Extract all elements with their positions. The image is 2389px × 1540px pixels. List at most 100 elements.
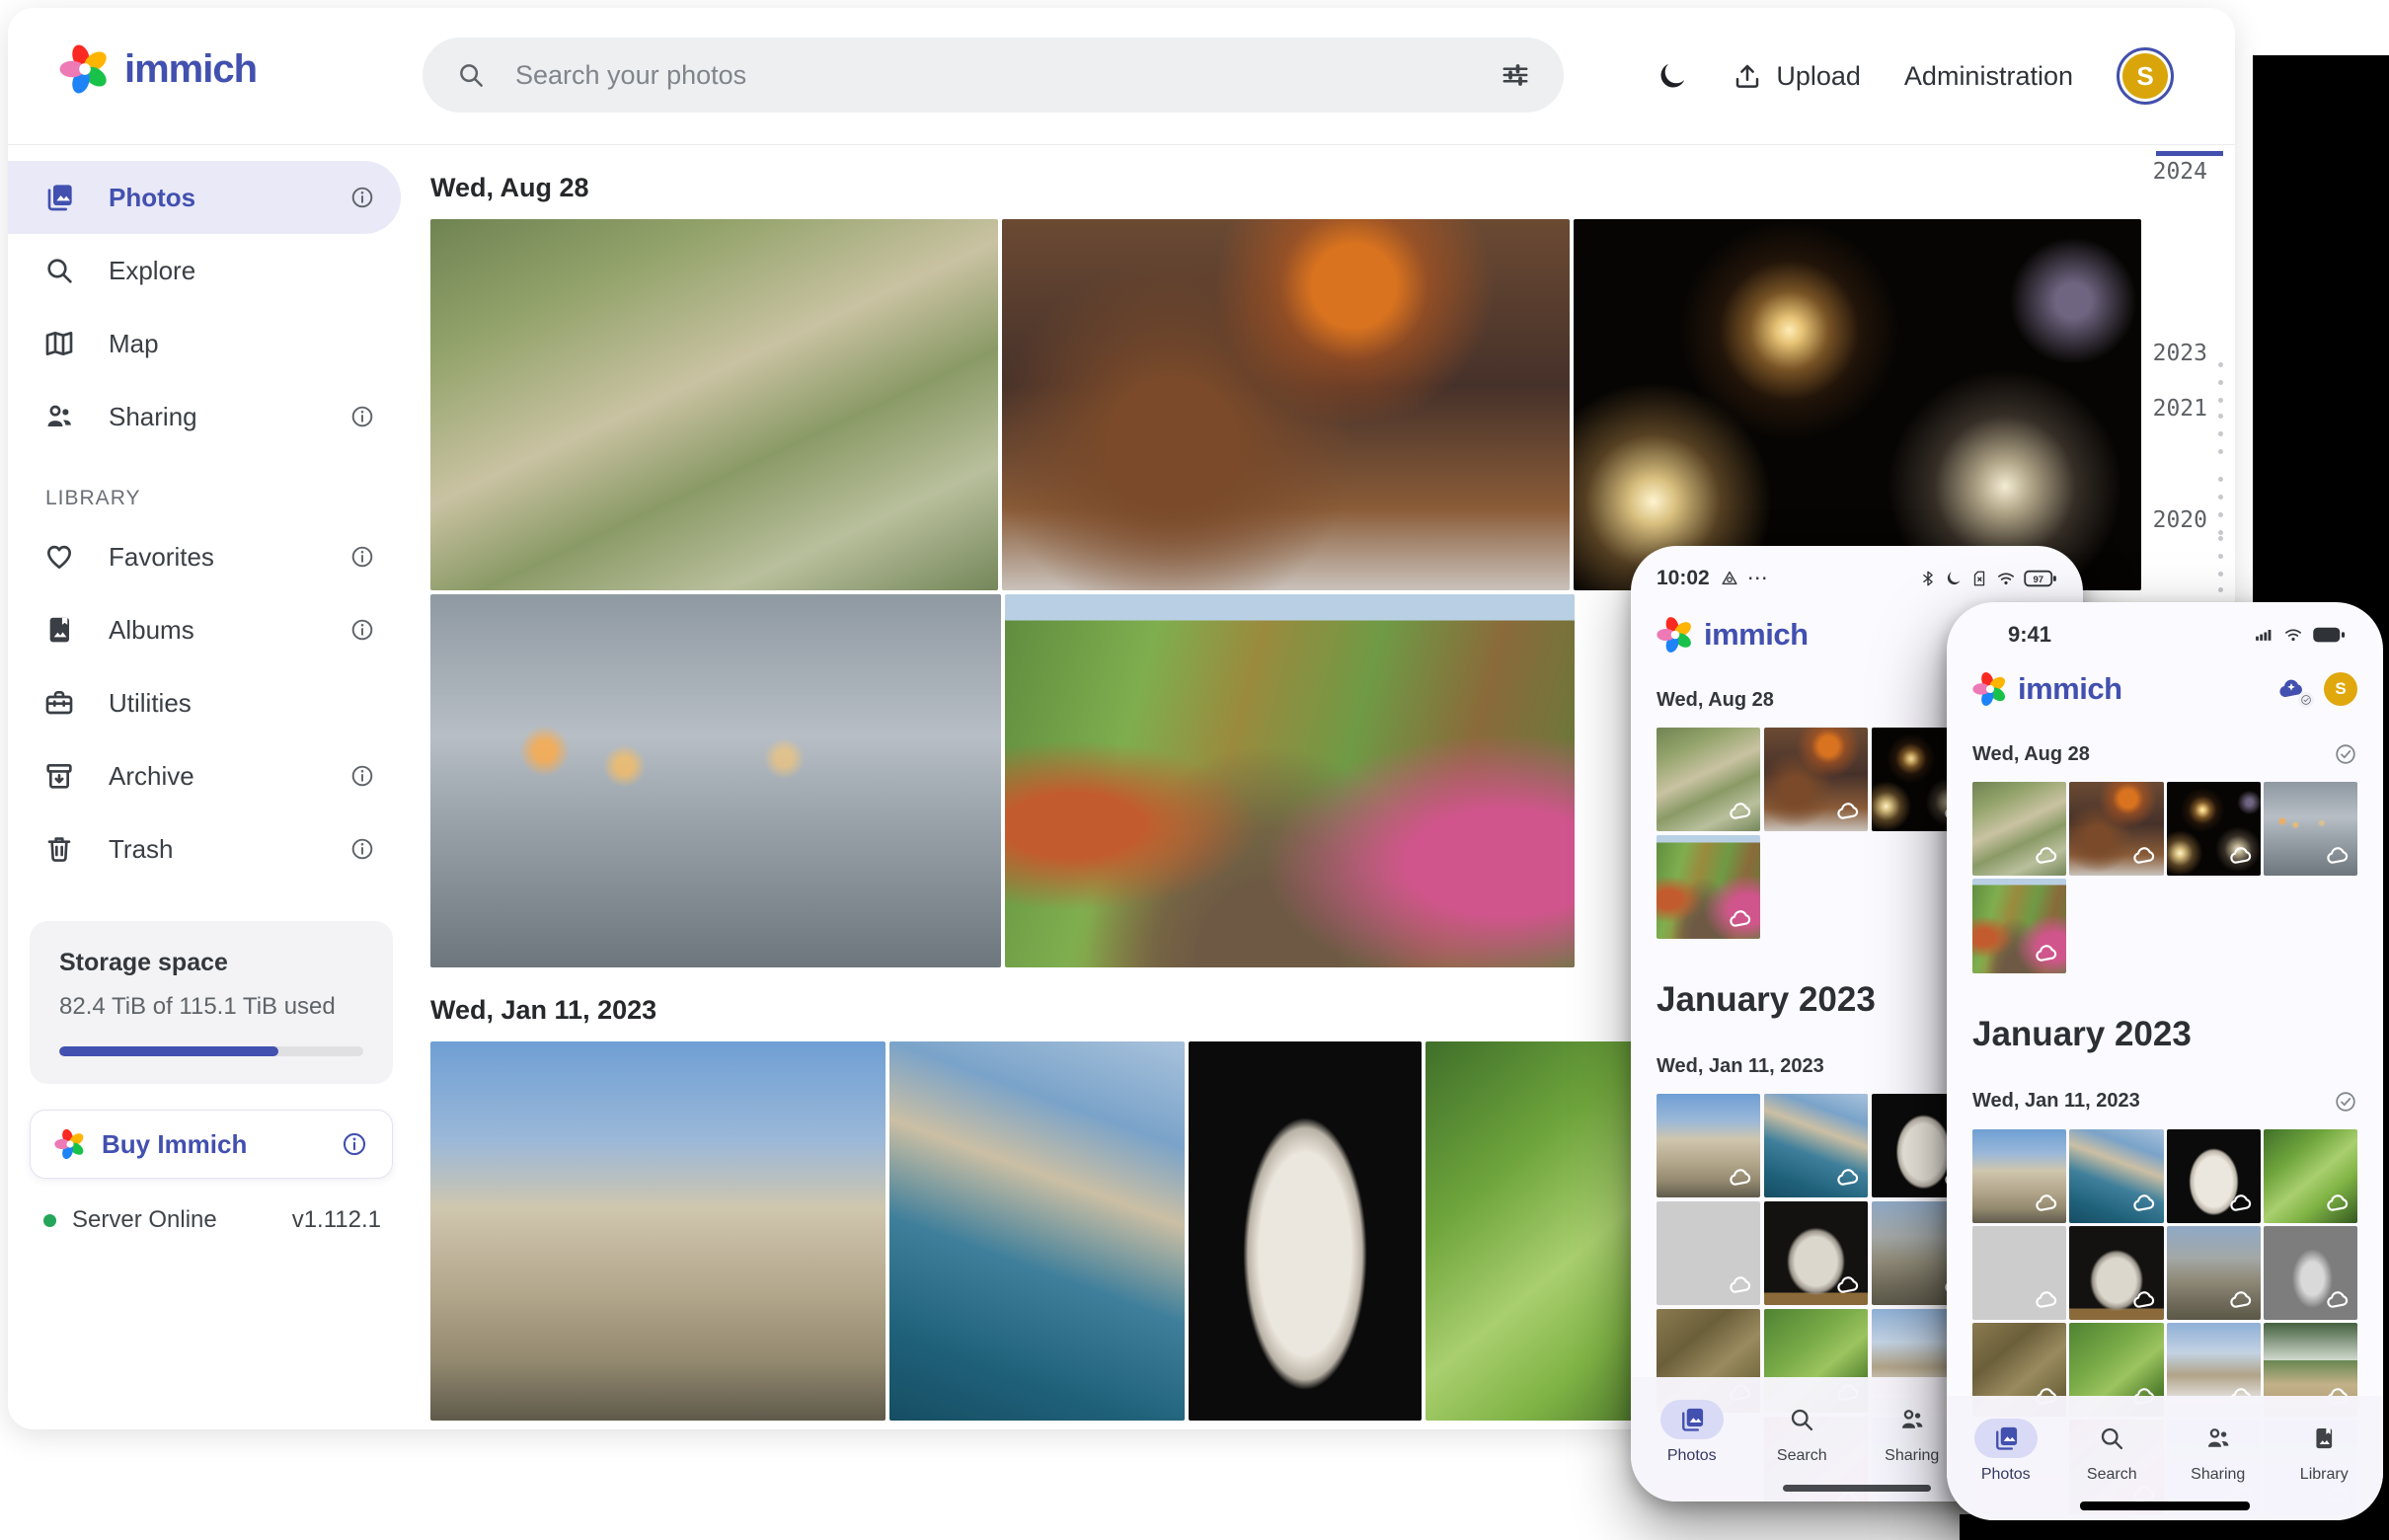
- photo-thumbnail[interactable]: [1764, 728, 1868, 831]
- info-icon[interactable]: [341, 1130, 368, 1158]
- photo-thumbnail[interactable]: [1657, 1201, 1760, 1305]
- album-icon: [2311, 1425, 2337, 1451]
- sidebar-item-utilities[interactable]: Utilities: [8, 666, 401, 739]
- photo-thumbnail[interactable]: [1574, 219, 2141, 590]
- album-icon: [43, 614, 75, 646]
- photo-thumbnail[interactable]: [1657, 1094, 1760, 1197]
- immich-logo[interactable]: immich: [59, 43, 257, 95]
- photo-thumbnail[interactable]: [1972, 1129, 2066, 1223]
- nav-item-search[interactable]: Search: [2080, 1419, 2143, 1484]
- photo-thumbnail[interactable]: [1972, 1226, 2066, 1320]
- photo-thumbnail[interactable]: [1972, 879, 2066, 972]
- sidebar-item-label: Photos: [109, 183, 349, 213]
- search-input[interactable]: Search your photos: [423, 38, 1564, 113]
- photo-thumbnail[interactable]: [2069, 1129, 2163, 1223]
- photo-thumbnail[interactable]: [430, 219, 998, 590]
- storage-card: Storage space 82.4 TiB of 115.1 TiB used: [30, 921, 393, 1084]
- photo-thumbnail[interactable]: [2069, 1226, 2163, 1320]
- photo-thumbnail[interactable]: [1657, 835, 1760, 939]
- nav-item-search[interactable]: Search: [1770, 1400, 1833, 1465]
- scrubber-year-label[interactable]: 2021: [2153, 396, 2207, 422]
- photo-thumbnail[interactable]: [1657, 728, 1760, 831]
- scrubber-tick-dots: [2218, 587, 2223, 592]
- phone2-screen: 9:41 immich S: [1947, 602, 2383, 1520]
- select-check-icon[interactable]: [2334, 742, 2357, 766]
- sidebar-item-explore[interactable]: Explore: [8, 234, 401, 307]
- info-icon[interactable]: [349, 404, 375, 429]
- photo-thumbnail[interactable]: [2264, 1129, 2357, 1223]
- photo-thumbnail[interactable]: [1005, 594, 1575, 967]
- immich-flower-icon: [54, 1128, 86, 1160]
- immich-flower-icon: [1657, 616, 1694, 654]
- cloud-sync-icon: [1835, 1272, 1861, 1298]
- search-icon: [2098, 1424, 2125, 1452]
- photo-thumbnail[interactable]: [889, 1041, 1185, 1421]
- buy-immich-button[interactable]: Buy Immich: [30, 1110, 393, 1179]
- scrubber-year-label[interactable]: 2024: [2153, 159, 2207, 185]
- nav-label: Sharing: [2191, 1466, 2245, 1484]
- user-avatar[interactable]: S: [2324, 672, 2357, 706]
- dark-mode-moon-icon[interactable]: [1656, 59, 1689, 93]
- sidebar-item-archive[interactable]: Archive: [8, 739, 401, 812]
- sidebar-item-trash[interactable]: Trash: [8, 812, 401, 886]
- sidebar-item-label: Archive: [109, 761, 349, 792]
- administration-link[interactable]: Administration: [1904, 61, 2073, 92]
- scrubber-year-label[interactable]: 2020: [2153, 507, 2207, 533]
- photo-thumbnail[interactable]: [2167, 1129, 2261, 1223]
- sidebar-item-photos[interactable]: Photos: [8, 161, 401, 234]
- logo-wordmark: immich: [1704, 617, 1809, 653]
- photo-thumbnail[interactable]: [2264, 782, 2357, 876]
- header-actions: Upload Administration S: [1656, 8, 2174, 144]
- scrubber-cursor[interactable]: [2156, 151, 2223, 156]
- nav-item-sharing[interactable]: Sharing: [2187, 1419, 2250, 1484]
- info-icon[interactable]: [349, 185, 375, 210]
- photo-thumbnail[interactable]: [2167, 782, 2261, 876]
- cloud-sync-icon: [1728, 1165, 1753, 1191]
- scrubber-tick-dots: [2218, 362, 2223, 403]
- map-icon: [43, 328, 75, 359]
- nav-item-sharing[interactable]: Sharing: [1881, 1400, 1944, 1465]
- status-time: 9:41: [2008, 622, 2051, 648]
- nav-item-photos[interactable]: Photos: [1974, 1419, 2038, 1484]
- library-section-heading: LIBRARY: [45, 487, 415, 510]
- info-icon[interactable]: [349, 617, 375, 643]
- photo-thumbnail[interactable]: [2167, 1226, 2261, 1320]
- photo-thumbnail[interactable]: [430, 594, 1001, 967]
- photo-thumbnail[interactable]: [1764, 1094, 1868, 1197]
- sidebar-item-sharing[interactable]: Sharing: [8, 380, 401, 453]
- heart-icon: [43, 541, 75, 573]
- sidebar-item-map[interactable]: Map: [8, 307, 401, 380]
- photo-thumbnail[interactable]: [1972, 782, 2066, 876]
- photo-thumbnail[interactable]: [1764, 1201, 1868, 1305]
- photo-thumbnail[interactable]: [2264, 1226, 2357, 1320]
- sim-icon: [1970, 570, 1988, 587]
- sidebar-item-label: Sharing: [109, 402, 349, 432]
- sidebar-item-favorites[interactable]: Favorites: [8, 520, 401, 593]
- server-status-label: Server Online: [72, 1206, 217, 1234]
- nav-item-library[interactable]: Library: [2292, 1419, 2355, 1484]
- filter-sliders-icon[interactable]: [1501, 60, 1530, 90]
- info-icon[interactable]: [349, 763, 375, 789]
- photo-thumbnail[interactable]: [2069, 782, 2163, 876]
- upload-icon: [1733, 61, 1762, 91]
- upload-label: Upload: [1776, 61, 1861, 92]
- phone2-header: immich S: [1972, 671, 2357, 707]
- info-icon[interactable]: [349, 836, 375, 862]
- scrubber-year-label[interactable]: 2023: [2153, 341, 2207, 366]
- photo-thumbnail[interactable]: [430, 1041, 886, 1421]
- sidebar-item-albums[interactable]: Albums: [8, 593, 401, 666]
- info-icon[interactable]: [349, 544, 375, 570]
- immich-flower-icon: [59, 43, 111, 95]
- status-time: 10:02: [1657, 567, 1710, 590]
- storage-progress-bar: [59, 1046, 363, 1056]
- cloud-sync-icon[interactable]: [2274, 674, 2308, 704]
- signal-icon: [2253, 625, 2274, 645]
- scrubber-tick-dots: [2218, 536, 2223, 577]
- people-icon: [1898, 1406, 1926, 1433]
- select-check-icon[interactable]: [2334, 1090, 2357, 1114]
- user-avatar[interactable]: S: [2117, 47, 2174, 105]
- photo-thumbnail[interactable]: [1002, 219, 1570, 590]
- photo-thumbnail[interactable]: [1189, 1041, 1422, 1421]
- nav-item-photos[interactable]: Photos: [1660, 1400, 1724, 1465]
- upload-button[interactable]: Upload: [1733, 61, 1861, 92]
